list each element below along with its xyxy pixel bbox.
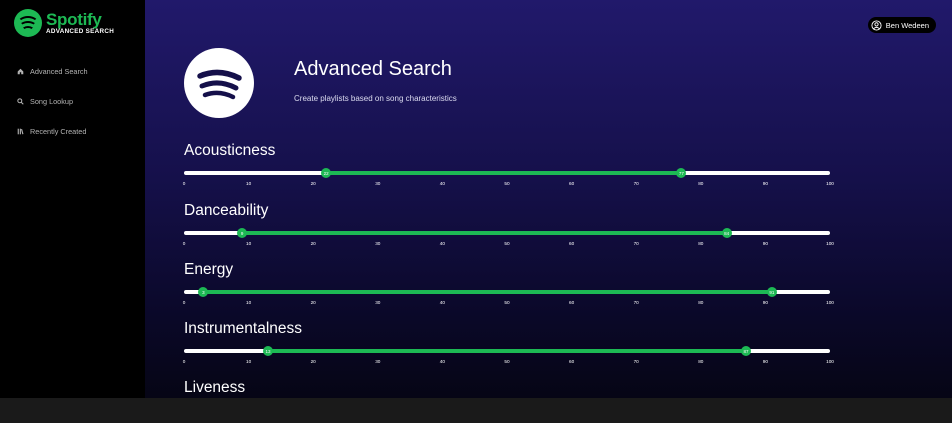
- user-menu-button[interactable]: Ben Wedeen: [867, 17, 936, 33]
- tick-label: 40: [439, 300, 445, 305]
- tick-label: 20: [310, 359, 316, 364]
- slider-ticks: 0 10 20 30 40 50 60 70 80 90 100: [182, 300, 834, 308]
- tick-label: 10: [245, 241, 252, 246]
- tick-label: 60: [568, 300, 575, 305]
- tick-label: 90: [762, 241, 768, 246]
- slider-label: Danceability: [184, 202, 269, 219]
- tick-label: 80: [698, 300, 704, 305]
- tick-label: 0: [182, 241, 186, 246]
- tick-label: 100: [826, 359, 834, 364]
- home-icon: [16, 67, 24, 75]
- tick-label: 80: [698, 359, 704, 364]
- slider-max-handle[interactable]: 87: [741, 346, 752, 356]
- slider-track[interactable]: 22 77: [184, 168, 830, 178]
- slider-range-fill: [326, 171, 682, 175]
- slider-max-handle[interactable]: 84: [721, 228, 732, 238]
- tick-label: 0: [182, 359, 186, 364]
- slider-label: Liveness: [184, 379, 246, 396]
- tick-label: 80: [698, 181, 704, 186]
- slider-range-fill: [203, 290, 772, 294]
- tick-label: 50: [504, 300, 510, 305]
- slider-range-fill: [242, 231, 727, 235]
- slider-acousticness: Acousticness 22 77 0 10 20 30 40 50 60 70 80 90 100: [183, 142, 834, 186]
- slider-label: Instrumentalness: [184, 320, 303, 337]
- tick-label: 50: [504, 241, 510, 246]
- slider-energy: Energy 3 91 0 10 20 30 40 50 60 70 80 90 100: [183, 261, 834, 305]
- slider-danceability: Danceability 9 84 0 10 20 30 40 50 60 70 80 90 100: [183, 202, 834, 246]
- user-circle-icon: [871, 19, 882, 31]
- tick-label: 70: [633, 359, 639, 364]
- slider-ticks: 0 10 20 30 40 50 60 70 80 90 100: [182, 359, 834, 367]
- tick-label: 80: [698, 241, 704, 246]
- sidebar: Spotify ADVANCED SEARCH Advanced Search …: [0, 0, 145, 398]
- tick-label: 30: [375, 300, 381, 305]
- page-subtitle: Create playlists based on song character…: [294, 94, 457, 103]
- sidebar-item-label: Song Lookup: [30, 96, 74, 106]
- tick-label: 20: [310, 241, 316, 246]
- sidebar-nav: Advanced Search Song Lookup Recently Cre…: [16, 65, 88, 155]
- slider-track[interactable]: 3 91: [184, 287, 830, 297]
- slider-ticks: 0 10 20 30 40 50 60 70 80 90 100: [182, 181, 834, 189]
- tick-label: 70: [633, 241, 639, 246]
- tick-label: 90: [762, 359, 768, 364]
- tick-label: 100: [826, 181, 834, 186]
- slider-min-handle[interactable]: 9: [237, 228, 248, 238]
- tick-label: 60: [568, 241, 575, 246]
- slider-min-handle[interactable]: 22: [321, 168, 332, 178]
- tick-label: 10: [245, 181, 252, 186]
- tick-label: 70: [633, 300, 639, 305]
- tick-label: 30: [375, 181, 381, 186]
- slider-liveness: Liveness: [184, 380, 830, 396]
- user-name: Ben Wedeen: [885, 20, 929, 30]
- tick-label: 90: [762, 181, 768, 186]
- tick-label: 40: [439, 241, 445, 246]
- brand-name: Spotify: [46, 9, 102, 29]
- tick-label: 20: [310, 300, 316, 305]
- slider-track[interactable]: 9 84: [184, 228, 830, 238]
- slider-min-handle[interactable]: 3: [198, 287, 209, 297]
- slider-ticks: 0 10 20 30 40 50 60 70 80 90 100: [182, 241, 834, 249]
- tick-label: 0: [182, 181, 186, 186]
- tick-label: 0: [182, 300, 186, 305]
- page-title: Advanced Search: [294, 58, 452, 80]
- bottom-bar: [0, 398, 952, 423]
- main-content: Ben Wedeen Advanced Search Create playli…: [145, 0, 952, 398]
- spotify-logo[interactable]: Spotify ADVANCED SEARCH: [14, 9, 114, 37]
- slider-label: Acousticness: [184, 142, 276, 159]
- spotify-logo-icon: [14, 9, 42, 37]
- slider-track[interactable]: 13 87: [184, 346, 830, 356]
- sidebar-item-song-lookup[interactable]: Song Lookup: [16, 95, 88, 107]
- tick-label: 50: [504, 181, 510, 186]
- tick-label: 40: [439, 359, 445, 364]
- brand-subtitle: ADVANCED SEARCH: [46, 27, 115, 35]
- library-icon: [16, 127, 24, 135]
- tick-label: 100: [826, 300, 834, 305]
- spotify-logo-icon: [184, 48, 254, 118]
- tick-label: 90: [762, 300, 768, 305]
- tick-label: 60: [568, 181, 575, 186]
- tick-label: 10: [245, 300, 252, 305]
- slider-instrumentalness: Instrumentalness 13 87 0 10 20 30 40 50 60 70 80 90 1…: [183, 320, 834, 364]
- slider-label: Energy: [184, 261, 234, 278]
- tick-label: 40: [439, 181, 445, 186]
- tick-label: 30: [375, 359, 381, 364]
- slider-range-fill: [267, 349, 746, 353]
- tick-label: 30: [375, 241, 381, 246]
- sidebar-item-label: Advanced Search: [30, 66, 88, 76]
- tick-label: 60: [568, 359, 575, 364]
- tick-label: 100: [826, 241, 834, 246]
- slider-max-handle[interactable]: 91: [766, 287, 777, 297]
- tick-label: 50: [504, 359, 510, 364]
- tick-label: 20: [310, 181, 316, 186]
- tick-label: 70: [633, 181, 639, 186]
- sidebar-item-label: Recently Created: [30, 126, 87, 136]
- sidebar-item-recently-created[interactable]: Recently Created: [16, 125, 88, 137]
- search-icon: [16, 97, 24, 105]
- sidebar-item-advanced-search[interactable]: Advanced Search: [16, 65, 88, 77]
- slider-max-handle[interactable]: 77: [676, 168, 687, 178]
- tick-label: 10: [245, 359, 252, 364]
- slider-min-handle[interactable]: 13: [262, 346, 273, 356]
